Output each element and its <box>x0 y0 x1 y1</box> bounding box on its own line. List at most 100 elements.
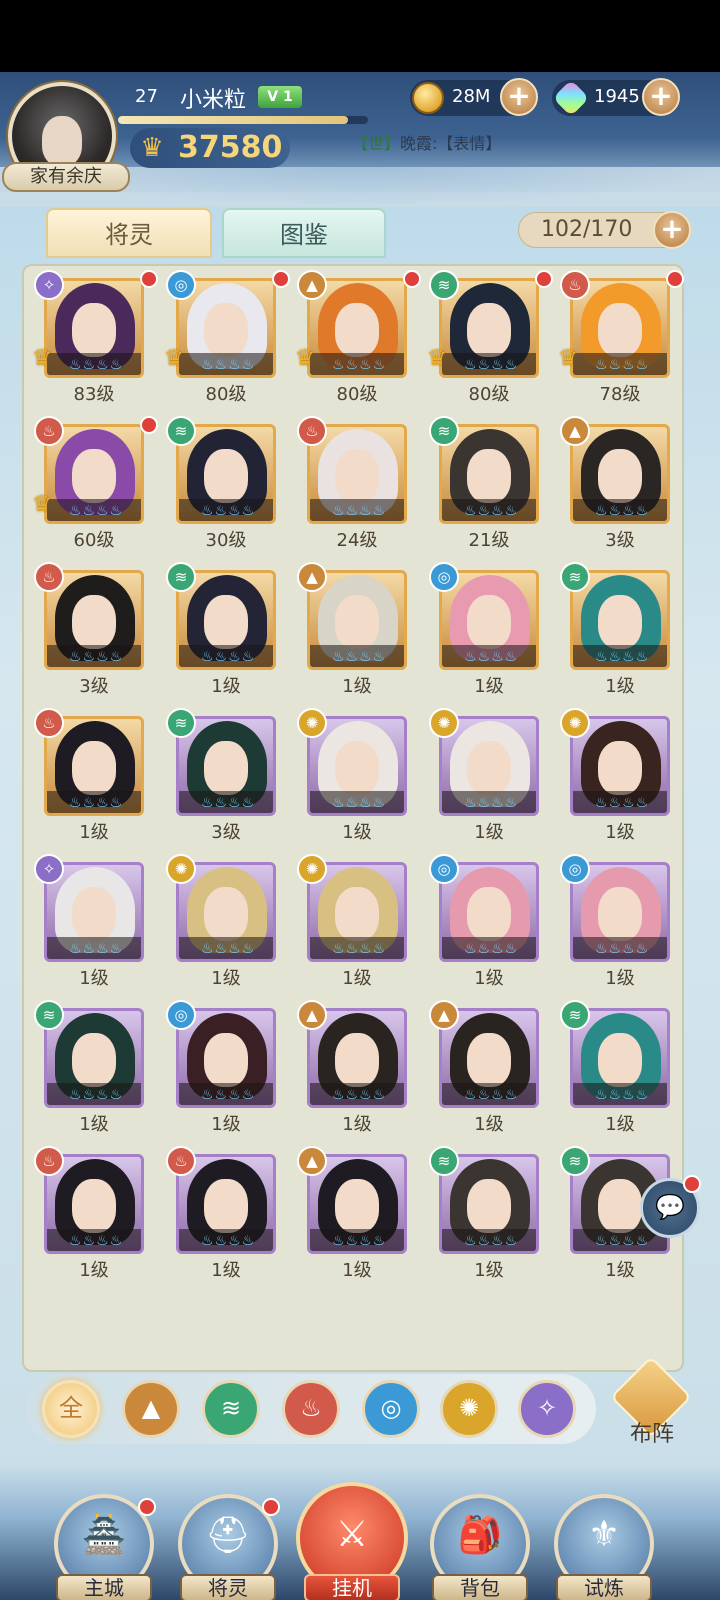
hero-card[interactable]: ♨♨♨♨ ▲ ♛ 80级 <box>295 270 429 410</box>
hero-level: 1级 <box>474 676 504 697</box>
hero-face <box>467 303 511 357</box>
hero-face <box>598 595 642 649</box>
nav-idle-icon: ⚔ <box>335 1514 369 1555</box>
hero-card[interactable]: ♨♨♨♨ ◎ 1级 <box>560 854 692 994</box>
vip-badge[interactable]: V 1 <box>258 86 302 108</box>
tab-codex[interactable]: 图鉴 <box>222 208 386 258</box>
hero-level: 80级 <box>468 384 510 405</box>
hero-card[interactable]: ♨♨♨♨ ♨ 3级 <box>34 562 166 702</box>
hero-card[interactable]: ♨♨♨♨ ✺ 1级 <box>297 854 429 994</box>
hero-card[interactable]: ♨♨♨♨ ✺ 1级 <box>429 708 561 848</box>
expand-capacity-button[interactable]: + <box>653 211 691 249</box>
hero-star-icons: ♨♨♨♨ <box>595 649 650 665</box>
hero-star-icons: ♨♨♨♨ <box>201 1087 256 1103</box>
hero-card[interactable]: ♨♨♨♨ ◎ 1级 <box>429 562 561 702</box>
notification-dot <box>140 416 158 434</box>
hero-face <box>335 449 379 503</box>
gem-resource: 1945 + <box>552 78 680 117</box>
add-gems-button[interactable]: + <box>642 78 680 116</box>
hero-card[interactable]: ♨♨♨♨ ≋ 1级 <box>560 562 692 702</box>
formation-button[interactable]: 布阵 <box>609 1355 693 1458</box>
wind-element-icon: ≋ <box>166 562 196 592</box>
wind-element-icon: ≋ <box>166 708 196 738</box>
hero-card[interactable]: ♨♨♨♨ ≋ 1级 <box>429 1146 561 1286</box>
water-element-icon: ◎ <box>166 1000 196 1030</box>
hero-level: 1级 <box>211 676 241 697</box>
hero-level: 1级 <box>474 968 504 989</box>
hero-card[interactable]: ♨♨♨♨ ✧ ♛ 83级 <box>32 270 166 410</box>
filter-fire-button[interactable]: ♨ <box>282 1380 340 1438</box>
hero-card[interactable]: ♨♨♨♨ ♨ 1级 <box>166 1146 298 1286</box>
hero-card[interactable]: ♨♨♨♨ ≋ 21级 <box>429 416 561 556</box>
hero-card[interactable]: ♨♨♨♨ ◎ 1级 <box>166 1000 298 1140</box>
filter-light-button[interactable]: ✺ <box>440 1380 498 1438</box>
nav-main-city-button[interactable]: 🏯 主城 <box>52 1494 156 1600</box>
hero-star-icons: ♨♨♨♨ <box>595 941 650 957</box>
hero-card[interactable]: ♨♨♨♨ ♨ ♛ 60级 <box>32 416 166 556</box>
hero-face <box>204 1033 248 1087</box>
notification-dot <box>262 1498 280 1516</box>
hero-star-icons: ♨♨♨♨ <box>201 503 256 519</box>
hero-card[interactable]: ♨♨♨♨ ▲ 1级 <box>429 1000 561 1140</box>
hero-face <box>335 1033 379 1087</box>
filter-all-button[interactable]: 全 <box>42 1380 100 1438</box>
hero-card[interactable]: ♨♨♨♨ ♨ 24级 <box>297 416 429 556</box>
nav-backpack-button[interactable]: 🎒 背包 <box>428 1494 532 1600</box>
fire-element-icon: ♨ <box>300 1394 322 1422</box>
hero-card[interactable]: ♨♨♨♨ ♨ ♛ 78级 <box>558 270 692 410</box>
deployed-crown-icon: ♛ <box>427 346 447 371</box>
nav-idle-button[interactable]: ⚔ 挂机 <box>296 1482 408 1600</box>
hero-level: 60级 <box>73 530 115 551</box>
hero-card[interactable]: ♨♨♨♨ ≋ ♛ 80级 <box>427 270 561 410</box>
hero-card[interactable]: ♨♨♨♨ ≋ 3级 <box>166 708 298 848</box>
notification-dot <box>272 270 290 288</box>
hero-card[interactable]: ♨♨♨♨ ✧ 1级 <box>34 854 166 994</box>
hero-level: 1级 <box>79 1114 109 1135</box>
game-screen: 家有余庆 27 小米粒 V 1 ♛ 37580 28M + 1945 + 【世】… <box>0 72 720 1600</box>
wind-element-icon: ≋ <box>166 416 196 446</box>
filter-wind-button[interactable]: ≋ <box>202 1380 260 1438</box>
nav-trial-button[interactable]: ⚜ 试炼 <box>552 1494 656 1600</box>
add-gold-button[interactable]: + <box>500 78 538 116</box>
world-chat-line[interactable]: 【世】晚霞:【表情】 <box>352 130 501 154</box>
hero-level: 1级 <box>79 822 109 843</box>
hero-card[interactable]: ♨♨♨♨ ♨ 1级 <box>34 1146 166 1286</box>
hero-face <box>598 887 642 941</box>
hero-card[interactable]: ♨♨♨♨ ▲ 3级 <box>560 416 692 556</box>
hero-level: 3级 <box>79 676 109 697</box>
hero-level: 1级 <box>211 968 241 989</box>
hero-face <box>467 887 511 941</box>
hero-card[interactable]: ♨♨♨♨ ≋ 1级 <box>34 1000 166 1140</box>
hero-card[interactable]: ♨♨♨♨ ▲ 1级 <box>297 562 429 702</box>
hero-star-icons: ♨♨♨♨ <box>201 941 256 957</box>
hero-card[interactable]: ♨♨♨♨ ◎ 1级 <box>429 854 561 994</box>
wind-element-icon: ≋ <box>560 562 590 592</box>
nav-heroes-button[interactable]: ⛑ 将灵 <box>176 1494 280 1600</box>
hero-face <box>467 595 511 649</box>
hero-card[interactable]: ♨♨♨♨ ✺ 1级 <box>166 854 298 994</box>
filter-earth-button[interactable]: ▲ <box>122 1380 180 1438</box>
filter-water-button[interactable]: ◎ <box>362 1380 420 1438</box>
gold-value: 28M <box>452 86 491 107</box>
hero-card[interactable]: ♨♨♨♨ ≋ 30级 <box>166 416 298 556</box>
hero-card[interactable]: ♨♨♨♨ ◎ ♛ 80级 <box>164 270 298 410</box>
hero-card[interactable]: ♨♨♨♨ ♨ 1级 <box>34 708 166 848</box>
hero-card[interactable]: ♨♨♨♨ ▲ 1级 <box>297 1146 429 1286</box>
gold-resource: 28M + <box>410 78 538 116</box>
hero-card[interactable]: ♨♨♨♨ ≋ 1级 <box>560 1000 692 1140</box>
hero-card[interactable]: ♨♨♨♨ ▲ 1级 <box>297 1000 429 1140</box>
hero-face <box>72 1179 116 1233</box>
hero-card[interactable]: ♨♨♨♨ ✺ 1级 <box>560 708 692 848</box>
hero-level: 1级 <box>211 1260 241 1281</box>
hero-star-icons: ♨♨♨♨ <box>69 795 124 811</box>
deployed-crown-icon: ♛ <box>558 346 578 371</box>
hero-card[interactable]: ♨♨♨♨ ✺ 1级 <box>297 708 429 848</box>
light-element-icon: ✺ <box>297 708 327 738</box>
filter-dark-button[interactable]: ✧ <box>518 1380 576 1438</box>
fire-element-icon: ♨ <box>166 1146 196 1176</box>
hero-star-icons: ♨♨♨♨ <box>332 795 387 811</box>
deployed-crown-icon: ♛ <box>32 492 52 517</box>
tab-heroes[interactable]: 将灵 <box>46 208 212 258</box>
hero-card[interactable]: ♨♨♨♨ ≋ 1级 <box>166 562 298 702</box>
chat-button[interactable]: 💬 <box>640 1175 701 1238</box>
